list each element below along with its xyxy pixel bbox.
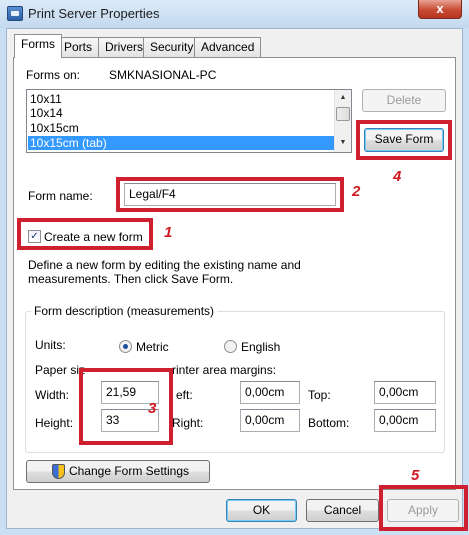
- metric-radio[interactable]: [119, 340, 132, 353]
- list-item[interactable]: 10x15cm: [28, 121, 334, 135]
- scroll-thumb[interactable]: [336, 107, 350, 121]
- uac-shield-icon: [52, 464, 65, 479]
- right-margin-label: Right:: [172, 416, 204, 430]
- tab-ports[interactable]: Ports: [57, 37, 100, 57]
- form-description-title: Form description (measurements): [31, 304, 218, 318]
- highlight-paper-size: [79, 368, 173, 445]
- height-label: Height:: [35, 416, 74, 430]
- step-number-4: 4: [393, 168, 402, 185]
- bottom-margin-label: Bottom:: [308, 416, 350, 430]
- ok-button[interactable]: OK: [226, 499, 297, 522]
- right-margin-input[interactable]: 0,00cm: [240, 409, 300, 432]
- list-scrollbar[interactable]: ▲ ▼: [334, 90, 351, 152]
- window-title: Print Server Properties: [28, 6, 160, 21]
- tab-advanced[interactable]: Advanced: [194, 37, 262, 57]
- top-margin-label: Top:: [308, 388, 331, 402]
- list-item[interactable]: 10x11: [28, 92, 334, 106]
- cancel-button[interactable]: Cancel: [306, 499, 379, 522]
- form-list[interactable]: 10x11 10x14 10x15cm 10x15cm (tab) ▲ ▼: [26, 89, 352, 153]
- scroll-up-icon[interactable]: ▲: [335, 90, 351, 106]
- scroll-down-icon[interactable]: ▼: [335, 135, 351, 151]
- left-margin-input[interactable]: 0,00cm: [240, 381, 300, 404]
- list-item-selected[interactable]: 10x15cm (tab): [28, 136, 334, 150]
- bottom-margin-input[interactable]: 0,00cm: [374, 409, 436, 432]
- units-label: Units:: [35, 338, 66, 352]
- highlight-form-name: [116, 177, 344, 212]
- close-button[interactable]: x: [418, 0, 462, 19]
- step-number-3: 3: [148, 400, 157, 417]
- forms-on-server: SMKNASIONAL-PC: [109, 68, 217, 82]
- highlight-save-form: [356, 120, 452, 160]
- form-name-label: Form name:: [28, 189, 93, 203]
- list-item[interactable]: 10x14: [28, 106, 334, 120]
- left-margin-label: eft:: [176, 388, 193, 402]
- step-number-5: 5: [411, 467, 420, 484]
- paper-size-label: Paper siz: [35, 363, 86, 377]
- tab-forms[interactable]: Forms: [14, 34, 62, 58]
- top-margin-input[interactable]: 0,00cm: [374, 381, 436, 404]
- instructions-line2: measurements. Then click Save Form.: [28, 272, 234, 286]
- tab-security[interactable]: Security: [143, 37, 201, 57]
- delete-button[interactable]: Delete: [362, 89, 446, 112]
- printer-server-icon: [7, 6, 23, 21]
- highlight-create-new-form: [17, 218, 153, 250]
- step-number-1: 1: [164, 224, 173, 241]
- english-radio[interactable]: [224, 340, 237, 353]
- printer-margins-label: rinter area margins:: [172, 363, 277, 377]
- instructions-line1: Define a new form by editing the existin…: [28, 258, 301, 272]
- english-label[interactable]: English: [241, 340, 280, 354]
- highlight-apply: [379, 485, 468, 531]
- forms-on-label: Forms on:: [26, 68, 81, 82]
- width-label: Width:: [35, 388, 70, 402]
- step-number-2: 2: [352, 183, 361, 200]
- metric-label[interactable]: Metric: [136, 340, 169, 354]
